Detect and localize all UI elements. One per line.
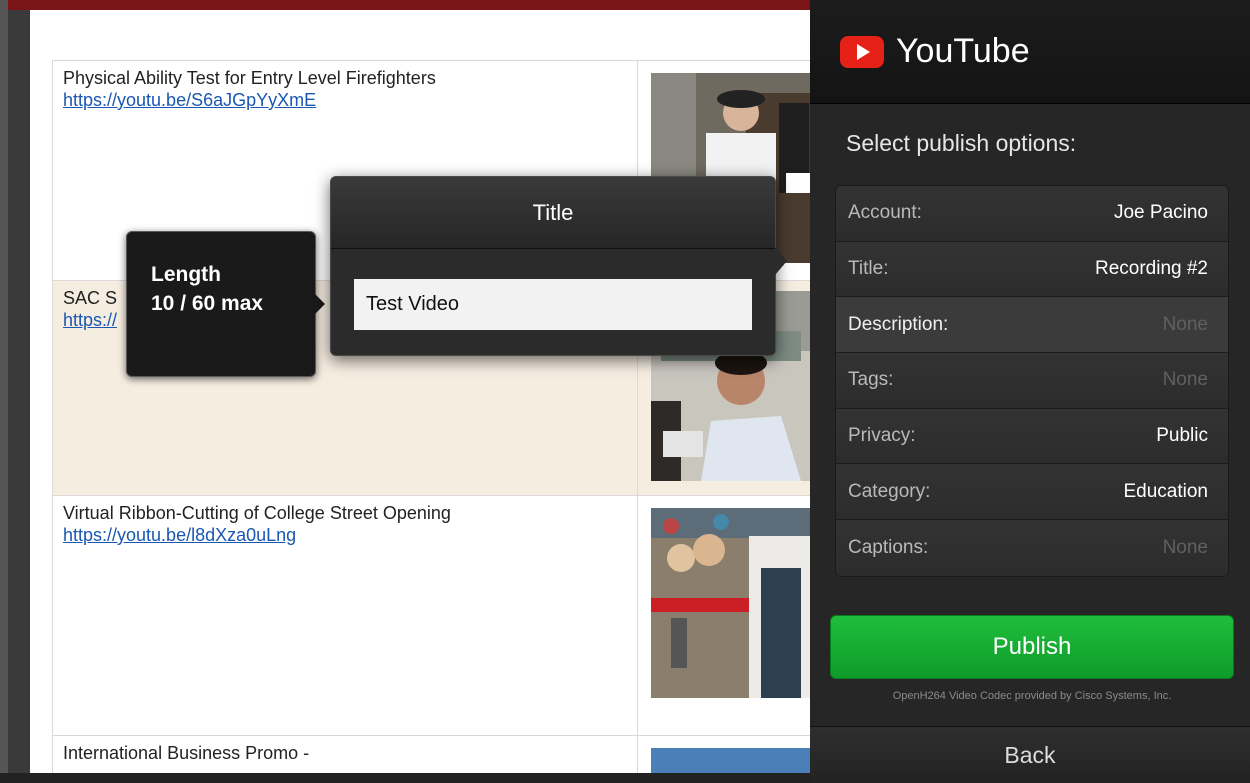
youtube-panel: YouTube Select publish options: Account:… xyxy=(810,0,1250,783)
option-key: Captions: xyxy=(848,536,929,558)
video-title: Physical Ability Test for Entry Level Fi… xyxy=(63,68,436,88)
table-row: Virtual Ribbon-Cutting of College Street… xyxy=(52,495,812,736)
page-left-strip xyxy=(0,0,8,783)
publish-options-list: Account: Joe Pacino Title: Recording #2 … xyxy=(835,185,1229,577)
option-title[interactable]: Title: Recording #2 xyxy=(836,241,1228,298)
option-value: None xyxy=(1162,313,1208,335)
option-account[interactable]: Account: Joe Pacino xyxy=(836,186,1228,242)
option-key: Description: xyxy=(848,313,949,335)
youtube-header: YouTube xyxy=(810,0,1250,104)
option-category[interactable]: Category: Education xyxy=(836,464,1228,521)
popover-arrow xyxy=(775,247,787,275)
length-label: Length xyxy=(151,263,221,286)
codec-note: OpenH264 Video Codec provided by Cisco S… xyxy=(892,690,1172,702)
youtube-brand: YouTube xyxy=(896,32,1030,70)
option-key: Privacy: xyxy=(848,425,916,447)
option-description[interactable]: Description: None xyxy=(836,297,1228,354)
option-key: Account: xyxy=(848,202,922,224)
video-thumbnail xyxy=(651,508,811,698)
publish-options-heading: Select publish options: xyxy=(846,130,1077,156)
length-tooltip: Length 10 / 60 max xyxy=(126,231,325,377)
option-privacy[interactable]: Privacy: Public xyxy=(836,408,1228,465)
option-tags[interactable]: Tags: None xyxy=(836,353,1228,409)
option-value: Joe Pacino xyxy=(1113,202,1208,224)
option-key: Title: xyxy=(848,258,889,280)
option-key: Tags: xyxy=(848,369,894,391)
title-input[interactable] xyxy=(354,279,752,330)
length-count: 10 / 60 max xyxy=(151,292,264,315)
title-popover: Title xyxy=(330,176,787,356)
video-title: Virtual Ribbon-Cutting of College Street… xyxy=(63,503,451,523)
option-captions[interactable]: Captions: None xyxy=(836,520,1228,576)
back-button[interactable]: Back xyxy=(810,726,1250,783)
option-key: Category: xyxy=(848,480,931,502)
tooltip-arrow xyxy=(315,294,325,314)
video-table: Physical Ability Test for Entry Level Fi… xyxy=(52,60,812,783)
publish-button[interactable]: Publish xyxy=(830,615,1234,679)
youtube-play-icon xyxy=(840,35,884,68)
video-title: International Business Promo - xyxy=(63,743,310,763)
popover-header: Title xyxy=(331,177,775,249)
option-value: None xyxy=(1162,536,1208,558)
option-value: Education xyxy=(1123,480,1208,502)
option-value: Recording #2 xyxy=(1094,258,1208,280)
video-link[interactable]: https://youtu.be/l8dXza0uLng xyxy=(63,524,627,546)
video-link[interactable]: https://youtu.be/S6aJGpYyXmE xyxy=(63,89,627,111)
option-value: None xyxy=(1162,369,1208,391)
option-value: Public xyxy=(1156,425,1208,447)
